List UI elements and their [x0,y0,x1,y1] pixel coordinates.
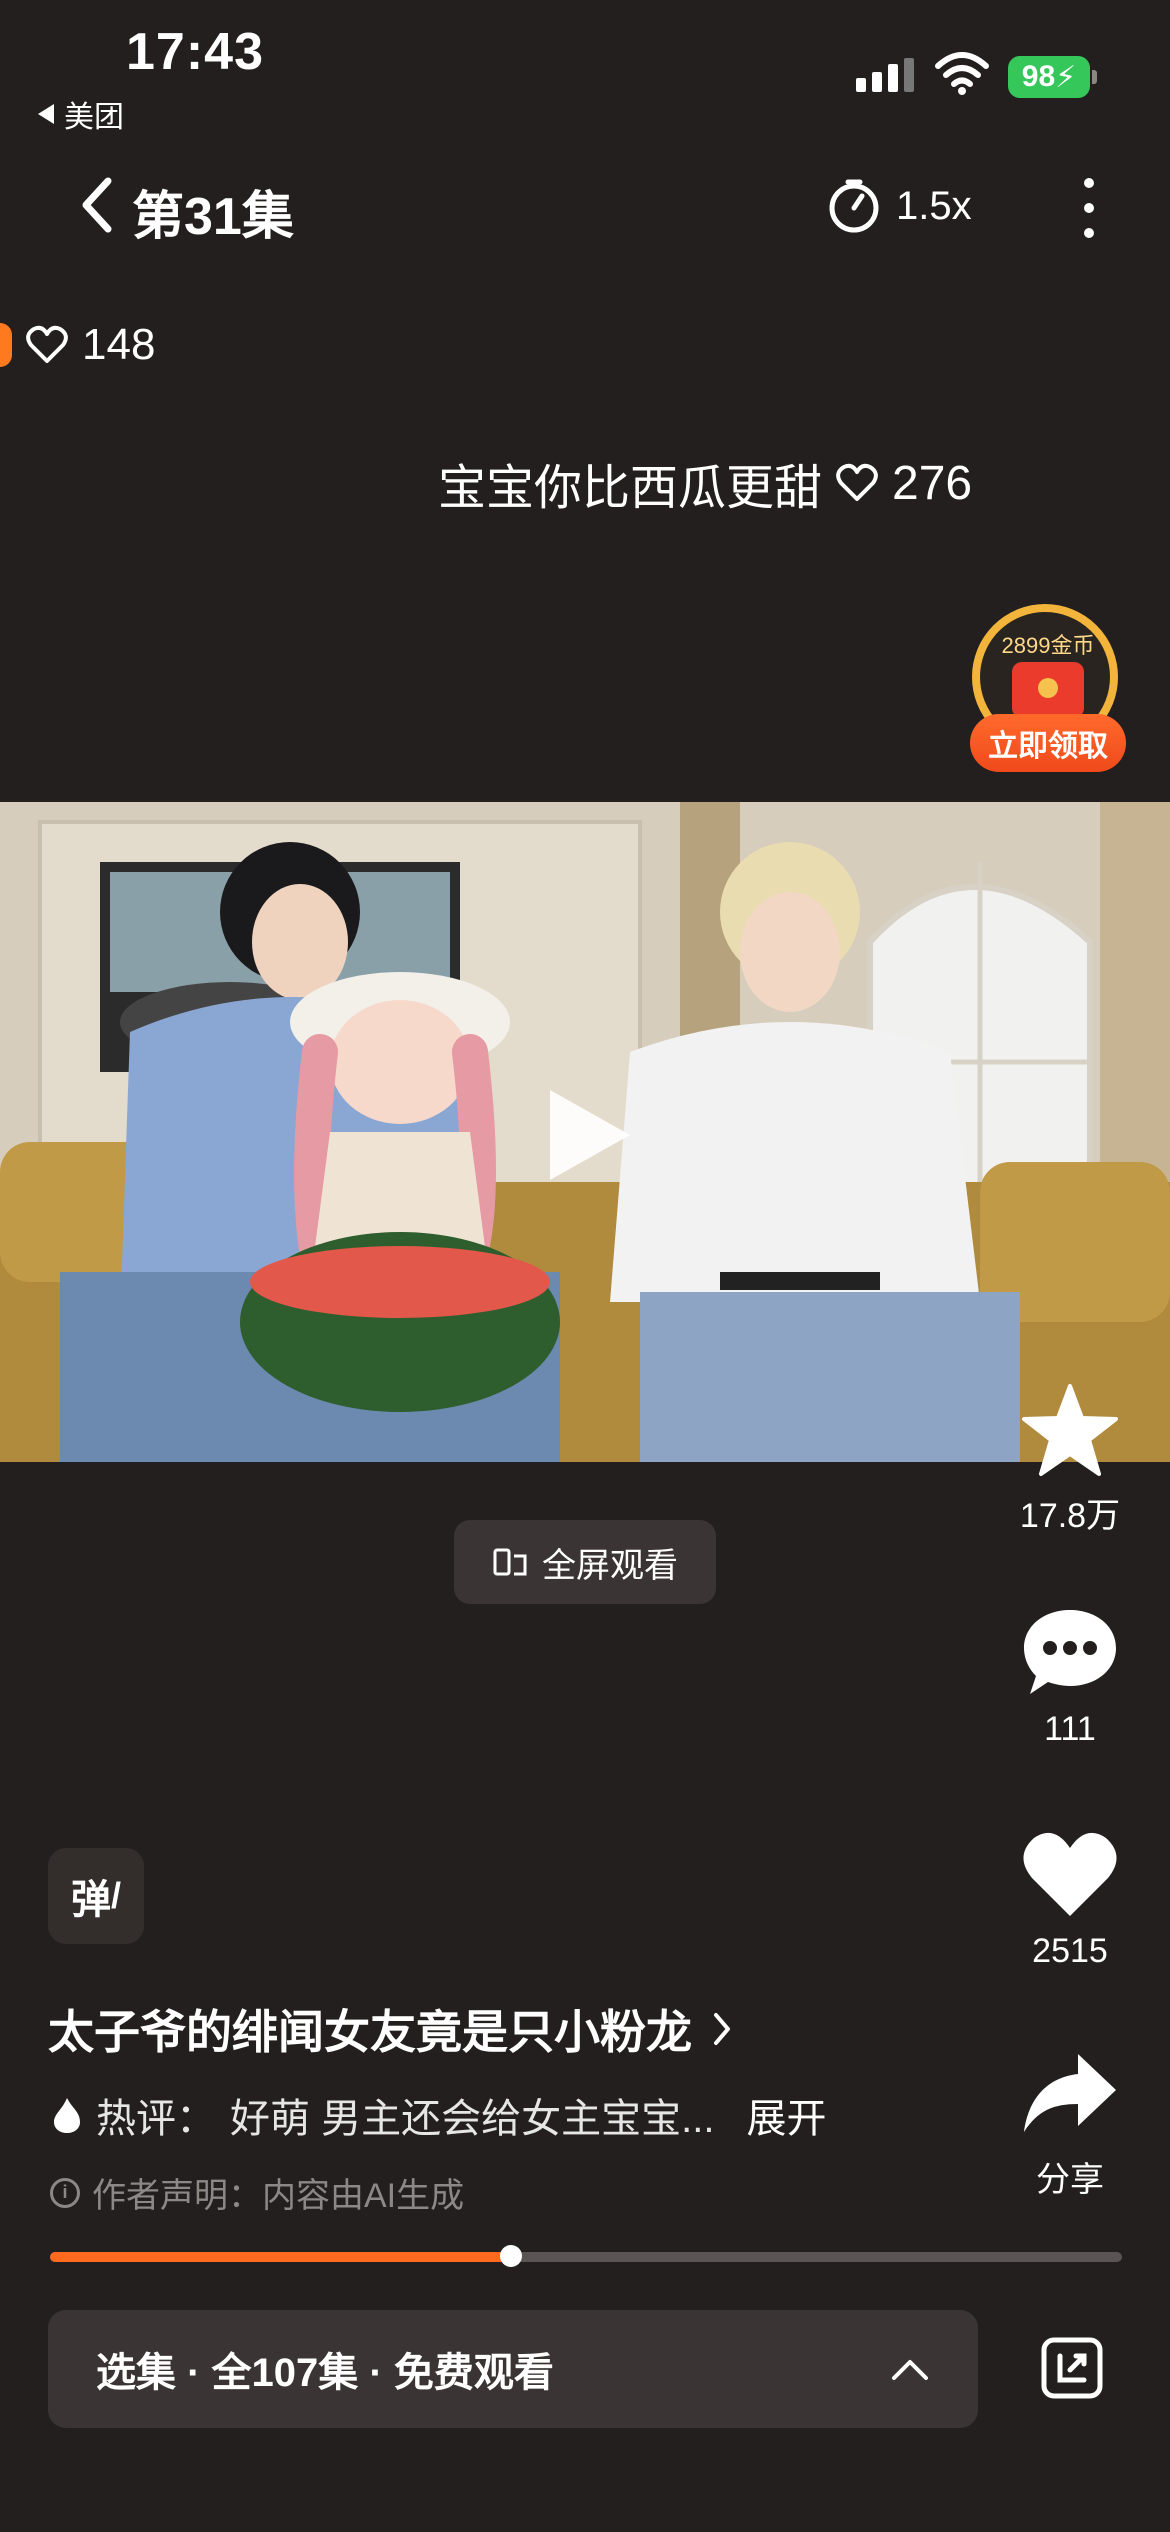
coin-reward-badge[interactable]: 2899金币 立即领取 [968,600,1128,780]
red-packet-icon [1012,662,1084,718]
hot-comment-text: 好萌 男主还会给女主宝宝... [230,2097,715,2141]
battery-indicator: 98 ⚡ [1008,56,1090,98]
wifi-icon [935,52,989,95]
battery-tip [1092,70,1097,84]
back-app-label: 美团 [64,101,124,134]
expand-link[interactable]: 展开 [746,2086,826,2144]
share-label: 分享 [1036,2161,1104,2199]
comment-count: 111 [1044,1710,1096,1748]
danmaku-item: 宝宝你比西瓜更甜 276 [438,448,972,518]
info-icon: i [50,2177,80,2208]
cellular-signal-icon [856,58,914,92]
fullscreen-label: 全屏观看 [542,1546,678,1585]
heart-outline-icon[interactable] [26,325,68,365]
share-button[interactable]: 分享 [985,2046,1155,2201]
favorite-count: 17.8万 [1019,1497,1121,1535]
declaration-text: 作者声明：内容由AI生成 [92,2177,465,2215]
chevron-right-icon [714,2013,730,2045]
back-to-app-link[interactable]: 美团 [38,92,124,136]
star-icon [1022,1384,1118,1476]
drama-title: 太子爷的绯闻女友竟是只小粉龙 [48,2006,692,2058]
back-triangle-icon [38,104,54,124]
danmaku-like-count: 276 [892,456,973,510]
danmaku-toggle-label: 弹 [70,1878,111,1922]
comment-bubble-icon [1024,1610,1116,1694]
hot-comment-label: 热评： [96,2097,216,2141]
more-options-icon[interactable] [1072,178,1106,238]
battery-level: 98 [1021,60,1056,93]
coin-amount: 2899金币 [1001,633,1095,658]
picture-in-picture-icon[interactable] [1040,2336,1104,2400]
rotate-screen-icon [493,1548,527,1576]
claim-button[interactable]: 立即领取 [970,714,1126,772]
danmaku-toggle-button[interactable]: 弹 / [48,1848,144,1944]
speed-timer-icon[interactable] [826,178,882,234]
playback-speed-button[interactable]: 1.5x [896,184,972,229]
fire-icon [0,323,12,367]
fullscreen-button[interactable]: 全屏观看 [454,1520,716,1604]
drama-title-link[interactable]: 太子爷的绯闻女友竟是只小粉龙 [48,1996,734,2062]
charging-bolt-icon: ⚡ [1055,60,1077,94]
danmaku-off-slash-icon: / [110,1875,121,1916]
chevron-up-icon [892,2360,928,2380]
heart-outline-icon[interactable] [836,463,878,503]
hot-comment[interactable]: 热评： 好萌 男主还会给女主宝宝... 展开 [52,2086,826,2144]
share-arrow-icon [1024,2054,1116,2132]
play-icon[interactable] [530,1080,640,1190]
back-chevron-icon[interactable] [74,175,122,235]
comment-button[interactable]: 111 [985,1604,1155,1749]
like-button[interactable]: 2515 [985,1826,1155,1971]
favorite-button[interactable]: 17.8万 [985,1382,1155,1537]
author-declaration: i 作者声明：内容由AI生成 [50,2168,464,2217]
danmaku-item: 148 [0,320,155,370]
episode-selector[interactable]: 选集 · 全107集 · 免费观看 [48,2310,978,2428]
episode-title: 第31集 [132,188,294,246]
like-count: 2515 [1032,1932,1108,1970]
progress-bar[interactable] [50,2245,1122,2267]
progress-fill [50,2252,511,2262]
status-time: 17:43 [126,23,264,81]
heart-icon [1023,1832,1117,1916]
progress-thumb[interactable] [499,2245,522,2267]
danmaku-text: 宝宝你比西瓜更甜 [438,462,823,515]
flame-icon [54,2098,80,2133]
danmaku-like-count: 148 [82,320,156,369]
episode-selector-label: 选集 · 全107集 · 免费观看 [96,2351,554,2395]
